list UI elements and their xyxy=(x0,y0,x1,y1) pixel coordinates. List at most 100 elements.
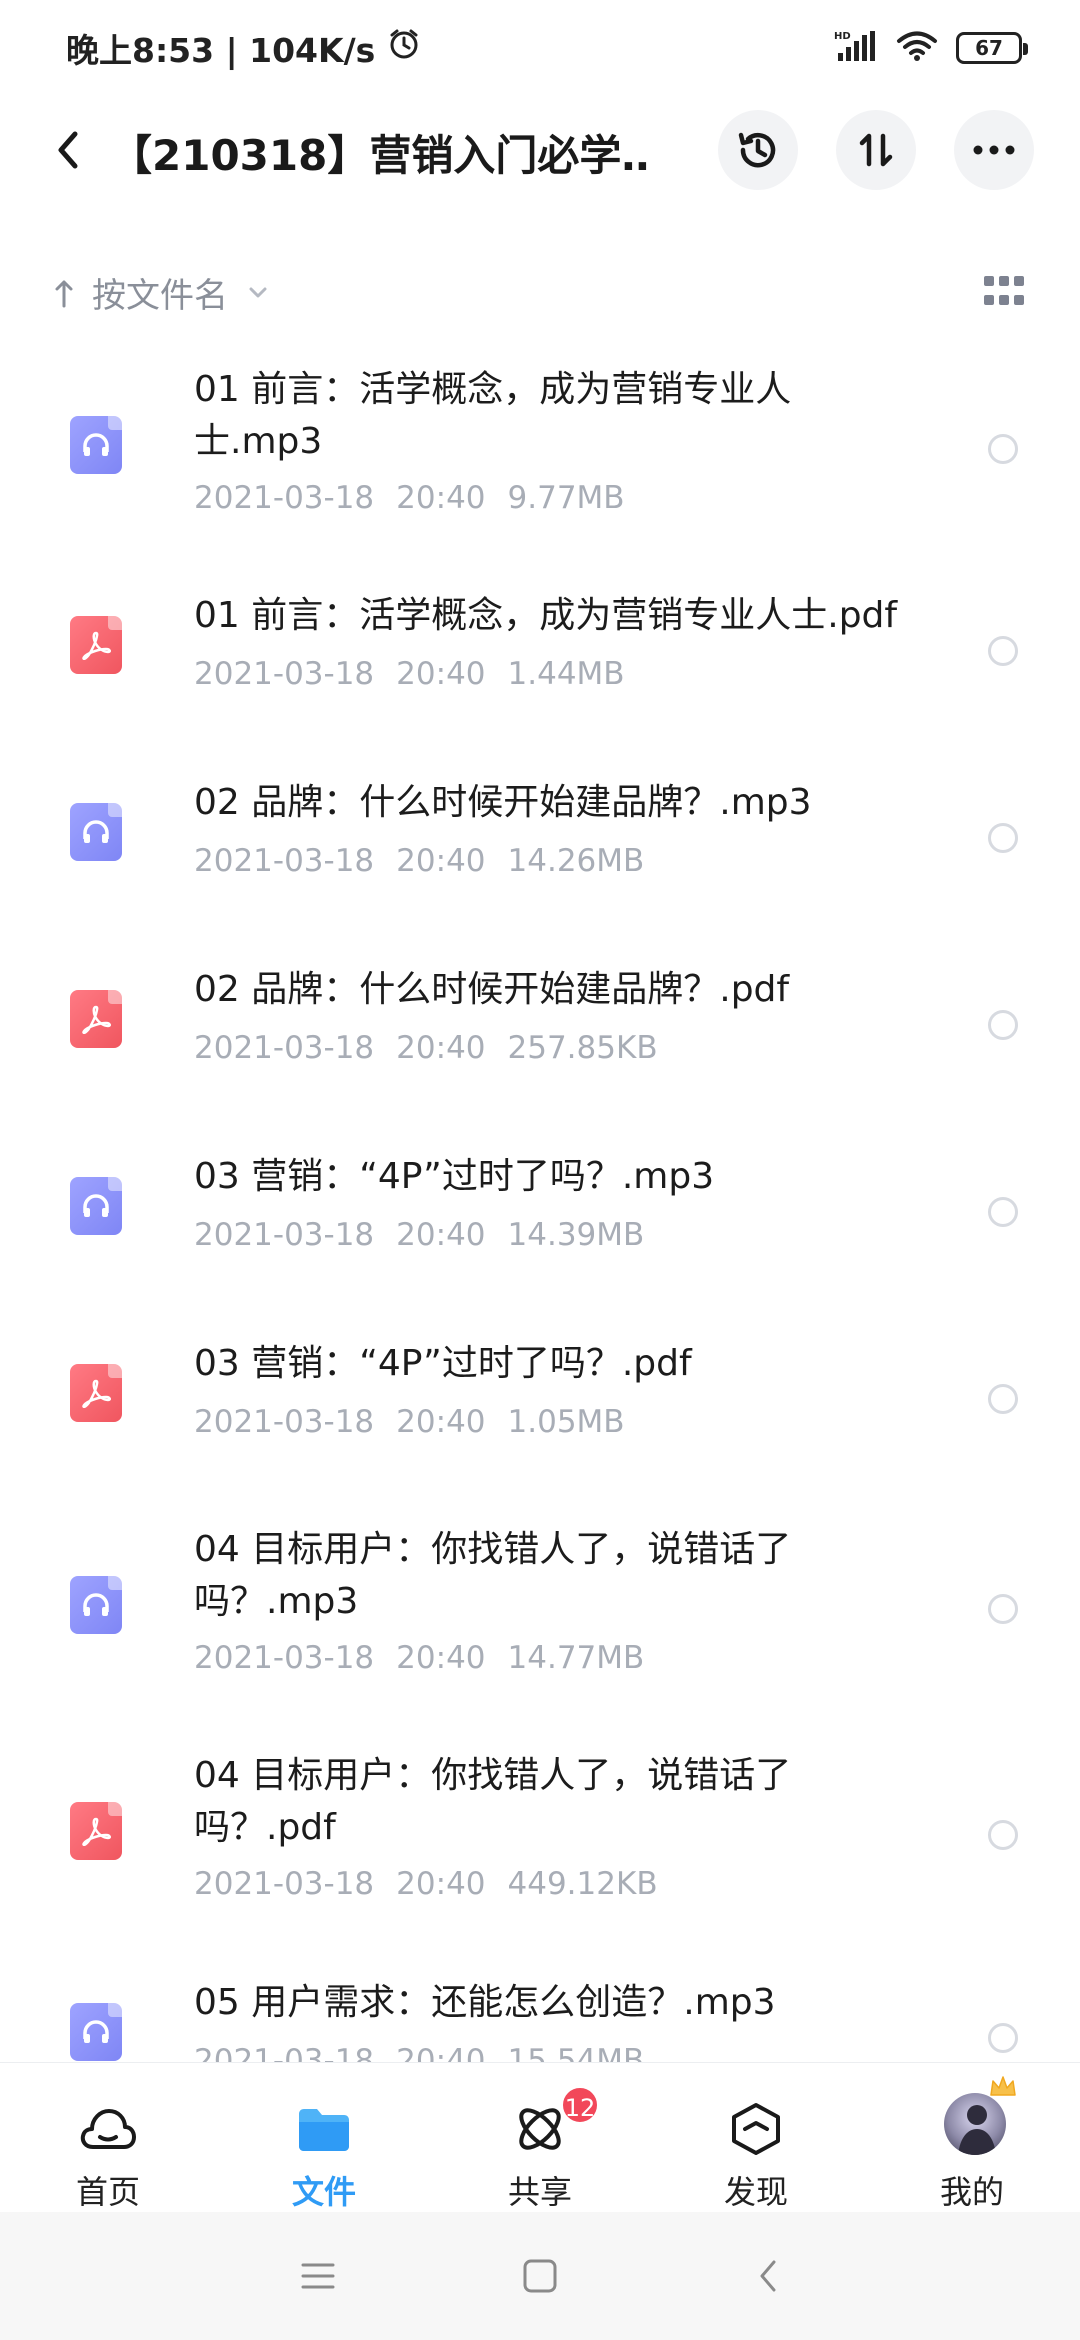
status-left: 晚上8:53 | 104K/s xyxy=(66,24,421,72)
file-time: 20:40 xyxy=(396,1404,486,1440)
nav-label: 文件 xyxy=(291,2173,356,2211)
file-meta: 2021-03-18 20:40 9.77MB xyxy=(194,480,647,516)
square-home-icon xyxy=(523,2259,557,2293)
file-name: 02 品牌：什么时候开始建品牌？.pdf xyxy=(194,969,790,1010)
grid-view-icon xyxy=(984,276,994,286)
pdf-file-icon xyxy=(70,1802,122,1860)
file-size: 9.77MB xyxy=(507,480,625,516)
more-dots-icon xyxy=(973,145,1015,155)
file-meta: 2021-03-18 20:40 14.77MB xyxy=(194,1640,666,1676)
chevron-left-icon xyxy=(58,131,78,169)
file-size: 14.77MB xyxy=(507,1640,645,1676)
wifi-icon xyxy=(896,30,938,66)
file-name: 03 营销：“4P”过时了吗？.pdf xyxy=(194,1343,692,1384)
file-name: 04 目标用户：你找错人了，说错话了吗？.pdf xyxy=(194,1755,792,1848)
cloud-home-icon xyxy=(78,2099,138,2159)
file-meta: 2021-03-18 20:40 1.05MB xyxy=(194,1404,647,1440)
file-name: 05 用户需求：还能怎么创造？.mp3 xyxy=(194,1982,776,2023)
sort-selector[interactable]: 按文件名 xyxy=(54,268,268,317)
recents-button[interactable] xyxy=(290,2248,346,2304)
file-size: 1.05MB xyxy=(507,1404,625,1440)
sort-arrows-icon xyxy=(859,133,893,167)
grid-view-button[interactable] xyxy=(984,276,1024,308)
grid-dot xyxy=(1014,276,1024,286)
file-row[interactable]: 05 用户需求：还能怎么创造？.mp3 2021-03-18 20:40 15.54… xyxy=(0,1973,1080,2062)
sort-toggle-button[interactable] xyxy=(836,110,916,190)
file-time: 20:40 xyxy=(396,656,486,692)
system-back-button[interactable] xyxy=(740,2248,796,2304)
back-triangle-icon xyxy=(760,2260,776,2292)
audio-file-icon xyxy=(70,1576,122,1634)
history-button[interactable] xyxy=(718,110,798,190)
file-name: 03 营销：“4P”过时了吗？.mp3 xyxy=(194,1156,715,1197)
status-time: 晚上8:53 | 104K/s xyxy=(66,31,376,70)
arrow-up-icon xyxy=(55,280,73,307)
home-button[interactable] xyxy=(512,2248,568,2304)
file-meta: 2021-03-18 20:40 14.39MB xyxy=(194,1217,666,1253)
file-date: 2021-03-18 xyxy=(194,656,375,692)
status-right: HD 67 xyxy=(834,29,1028,67)
file-name: 01 前言：活学概念，成为营销专业人士.mp3 xyxy=(194,369,792,462)
file-time: 20:40 xyxy=(396,2043,486,2062)
nav-home[interactable]: 首页 xyxy=(0,2063,216,2213)
select-radio[interactable] xyxy=(988,1010,1018,1040)
select-radio[interactable] xyxy=(988,1594,1018,1624)
file-size: 14.26MB xyxy=(507,843,645,879)
file-size: 449.12KB xyxy=(507,1866,658,1902)
nav-discover[interactable]: 发现 xyxy=(648,2063,864,2213)
file-meta: 2021-03-18 20:40 449.12KB xyxy=(194,1866,680,1902)
file-date: 2021-03-18 xyxy=(194,1404,375,1440)
select-radio[interactable] xyxy=(988,823,1018,853)
bottom-nav: 首页 文件 12 共享 发现 我的 xyxy=(0,2062,1080,2212)
folder-title: 【210318】营销入门必学… xyxy=(110,131,650,180)
file-date: 2021-03-18 xyxy=(194,480,375,516)
file-name: 02 品牌：什么时候开始建品牌？.mp3 xyxy=(194,782,812,823)
nav-profile[interactable]: 我的 xyxy=(864,2063,1080,2213)
select-radio[interactable] xyxy=(988,636,1018,666)
select-radio[interactable] xyxy=(988,1820,1018,1850)
nav-label: 共享 xyxy=(507,2173,572,2211)
battery-indicator: 67 xyxy=(956,32,1028,64)
folder-icon xyxy=(294,2099,354,2159)
notification-badge: 12 xyxy=(560,2085,600,2125)
chevron-down-icon xyxy=(249,287,267,297)
audio-file-icon xyxy=(70,416,122,474)
file-date: 2021-03-18 xyxy=(194,1866,375,1902)
nav-files[interactable]: 文件 xyxy=(216,2063,432,2213)
system-nav-bar xyxy=(0,2212,1080,2340)
file-browser-screen: 晚上8:53 | 104K/s HD 67 【210318】营销入门必学… 按文… xyxy=(0,0,1080,2340)
file-time: 20:40 xyxy=(396,1640,486,1676)
grid-dot xyxy=(984,294,994,305)
file-meta: 2021-03-18 20:40 1.44MB xyxy=(194,656,647,692)
file-time: 20:40 xyxy=(396,1030,486,1066)
select-radio[interactable] xyxy=(988,434,1018,464)
file-date: 2021-03-18 xyxy=(194,1640,375,1676)
file-time: 20:40 xyxy=(396,1866,486,1902)
grid-dot xyxy=(999,294,1009,305)
file-date: 2021-03-18 xyxy=(194,2043,375,2062)
audio-file-icon xyxy=(70,1177,122,1235)
discover-box-icon xyxy=(726,2099,786,2159)
file-meta: 2021-03-18 20:40 14.26MB xyxy=(194,843,666,879)
file-size: 15.54MB xyxy=(507,2043,645,2062)
select-radio[interactable] xyxy=(988,2023,1018,2053)
file-name: 01 前言：活学概念，成为营销专业人士.pdf xyxy=(194,595,898,636)
header-bar: 【210318】营销入门必学… xyxy=(0,108,1080,192)
file-date: 2021-03-18 xyxy=(194,1217,375,1253)
pdf-file-icon xyxy=(70,1364,122,1422)
select-radio[interactable] xyxy=(988,1197,1018,1227)
select-radio[interactable] xyxy=(988,1384,1018,1414)
file-time: 20:40 xyxy=(396,1217,486,1253)
svg-text:HD: HD xyxy=(834,31,851,42)
nav-share[interactable]: 12 共享 xyxy=(432,2063,648,2213)
history-icon xyxy=(738,132,776,168)
nav-label: 我的 xyxy=(939,2173,1004,2211)
status-bar: 晚上8:53 | 104K/s HD 67 xyxy=(0,0,1080,96)
back-button[interactable] xyxy=(44,126,92,174)
menu-lines-icon xyxy=(301,2263,335,2289)
audio-file-icon xyxy=(70,2003,122,2061)
more-button[interactable] xyxy=(954,110,1034,190)
grid-dot xyxy=(999,276,1009,286)
grid-dot xyxy=(1014,294,1024,305)
nav-label: 发现 xyxy=(723,2173,788,2211)
